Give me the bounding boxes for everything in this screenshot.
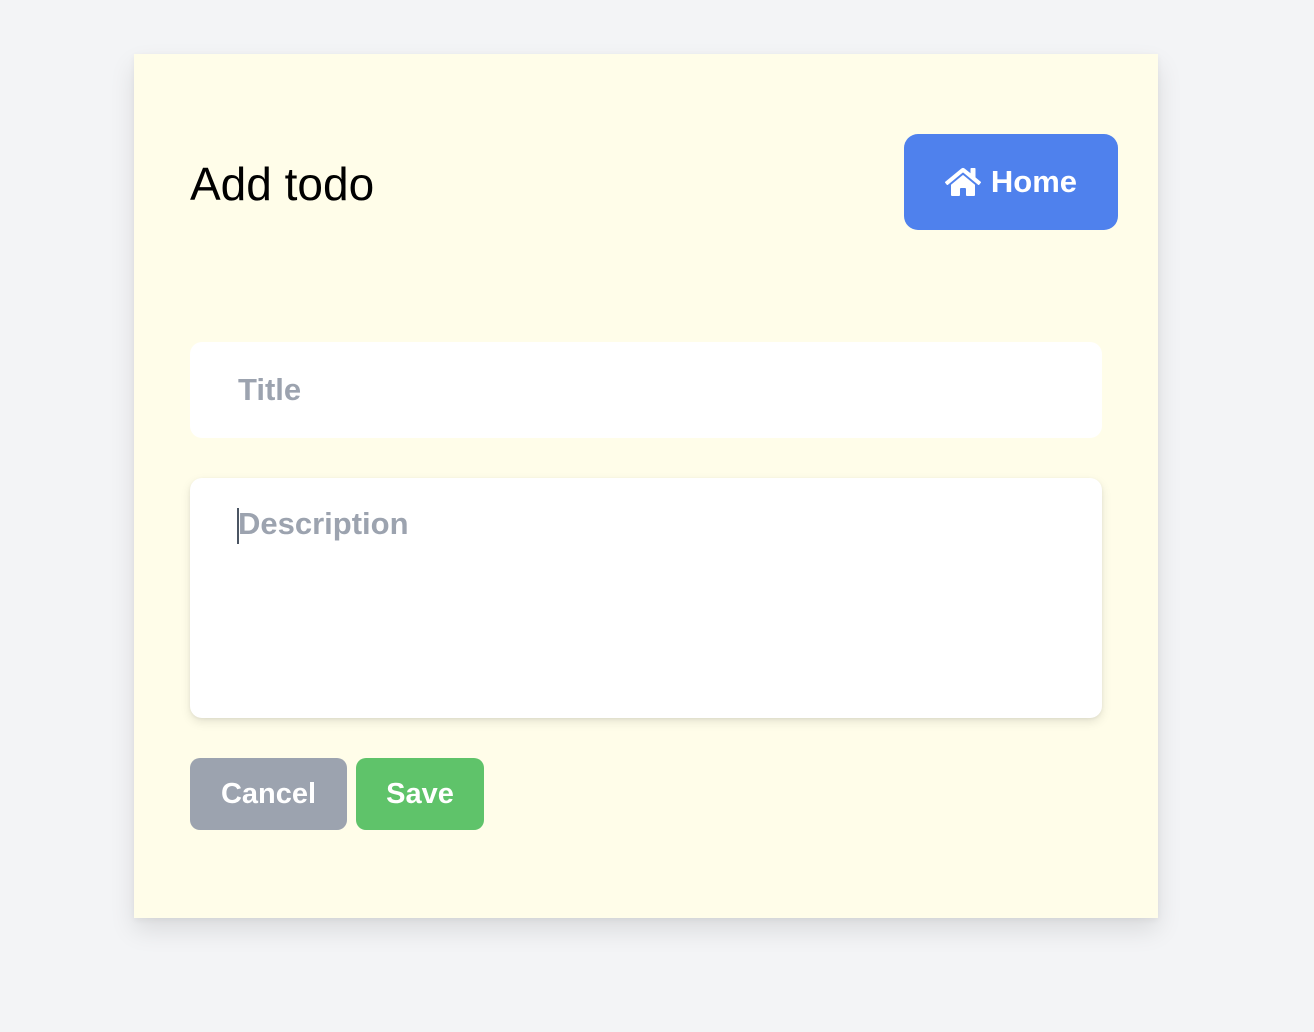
home-button[interactable]: Home [904,134,1118,230]
title-input[interactable] [190,342,1102,438]
description-field-container [190,478,1102,718]
home-icon [944,166,981,198]
text-caret [237,508,239,544]
description-textarea[interactable] [190,478,1102,718]
page-title: Add todo [190,158,375,210]
title-field-container [190,342,1102,438]
save-button[interactable]: Save [356,758,484,830]
add-todo-card: Add todo Home Cancel Save [134,54,1158,918]
cancel-button[interactable]: Cancel [190,758,347,830]
home-button-label: Home [990,164,1078,199]
